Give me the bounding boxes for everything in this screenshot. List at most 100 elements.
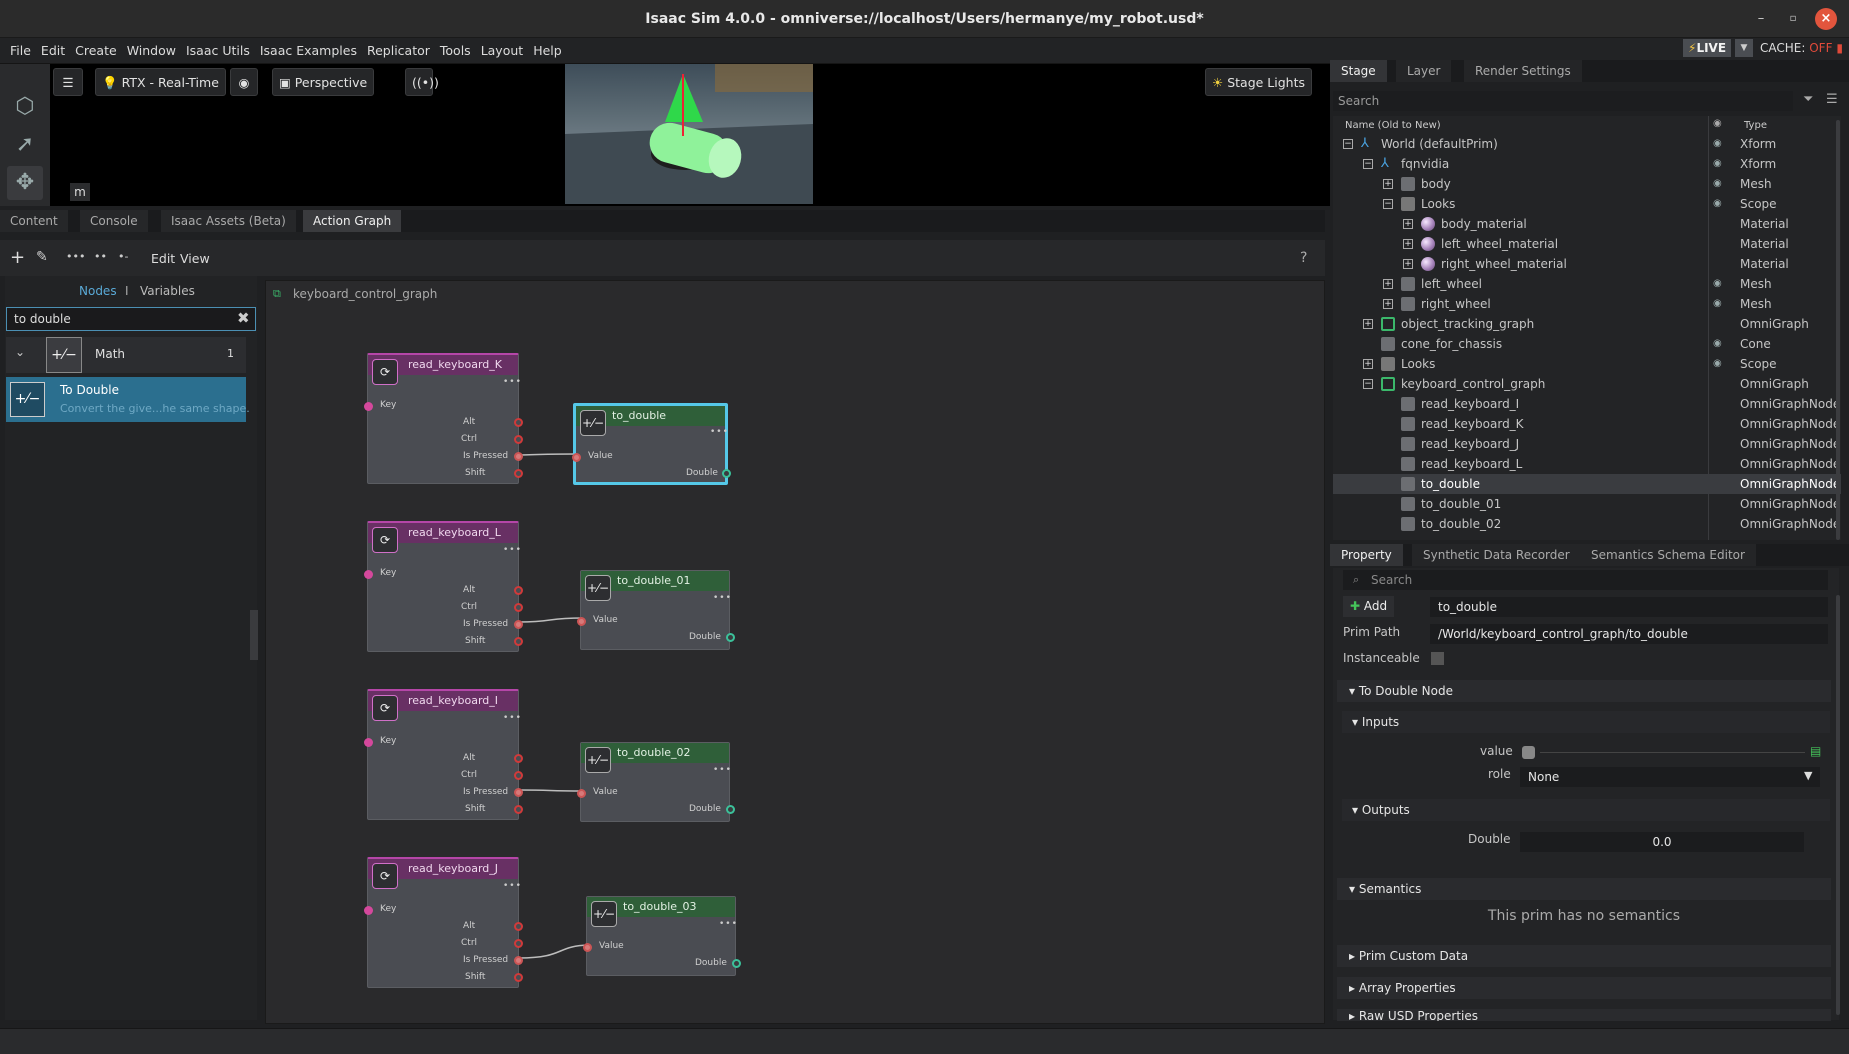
stage-row[interactable]: − Looks ◉ Scope — [1333, 194, 1841, 214]
read-keyboard-node[interactable]: read_keyboard_K ⟳ ••• Key Alt Ctrl Is Pr… — [364, 353, 523, 484]
expand-icon[interactable]: + — [1403, 259, 1413, 269]
panel-splitter[interactable] — [250, 610, 258, 660]
ctrl-pin[interactable] — [514, 603, 523, 612]
menu-create[interactable]: Create — [70, 38, 122, 64]
eye-icon[interactable]: ◉ — [230, 68, 258, 96]
stage-row[interactable]: read_keyboard_I OmniGraphNode — [1333, 394, 1841, 414]
chevron-down-icon[interactable]: ⌄ — [15, 345, 25, 359]
prim-name-field[interactable]: to_double — [1430, 597, 1828, 617]
collapse-icon[interactable]: − — [1343, 139, 1353, 149]
graph-edit-menu[interactable]: Edit — [151, 251, 175, 266]
node-menu-icon[interactable]: ••• — [719, 919, 738, 929]
outputs-section[interactable]: ▾ Outputs — [1342, 799, 1830, 821]
ctrl-pin[interactable] — [514, 939, 523, 948]
graph-layout-icon[interactable]: •• — [94, 250, 107, 263]
collapse-icon[interactable]: − — [1363, 159, 1373, 169]
value-slider-track[interactable] — [1540, 752, 1805, 753]
graph-connect-icon[interactable]: •- — [118, 250, 128, 263]
ctrl-pin[interactable] — [514, 435, 523, 444]
instanceable-checkbox[interactable] — [1431, 652, 1444, 665]
shift-pin[interactable] — [514, 637, 523, 646]
to-double-node[interactable]: to_double_03 +⁄− ••• Value Double — [583, 896, 741, 976]
to-double-node-section[interactable]: ▾ To Double Node — [1337, 680, 1831, 702]
visibility-eye-icon[interactable]: ◉ — [1713, 134, 1722, 154]
value-pin[interactable] — [577, 617, 586, 626]
stage-row[interactable]: − keyboard_control_graph OmniGraph — [1333, 374, 1841, 394]
node-menu-icon[interactable]: ••• — [713, 765, 732, 775]
shift-pin[interactable] — [514, 805, 523, 814]
menu-edit[interactable]: Edit — [36, 38, 70, 64]
settings-icon[interactable]: ☰ — [53, 68, 83, 96]
stage-row[interactable]: − ⅄ World (defaultPrim) ◉ Xform — [1333, 134, 1841, 154]
visibility-eye-icon[interactable]: ◉ — [1713, 194, 1722, 214]
graph-view-menu[interactable]: View — [180, 251, 210, 266]
move-icon[interactable]: ✥ — [7, 166, 43, 200]
stage-row[interactable]: + body ◉ Mesh — [1333, 174, 1841, 194]
tab-render-settings[interactable]: Render Settings — [1464, 60, 1582, 82]
stage-row[interactable]: + right_wheel ◉ Mesh — [1333, 294, 1841, 314]
renderer-button[interactable]: 💡 RTX - Real-Time — [95, 68, 226, 96]
tab-isaac-assets[interactable]: Isaac Assets (Beta) — [161, 210, 296, 232]
stage-scrollbar[interactable] — [1836, 120, 1840, 540]
stage-lights-button[interactable]: ☀ Stage Lights — [1205, 68, 1313, 96]
cube-select-icon[interactable]: ⬡ — [7, 90, 43, 124]
tab-synthetic-data-recorder[interactable]: Synthetic Data Recorder — [1412, 544, 1581, 566]
expand-icon[interactable]: + — [1383, 179, 1393, 189]
node-menu-icon[interactable]: ••• — [503, 713, 522, 723]
nodes-tab[interactable]: Nodes — [79, 284, 117, 298]
stage-row[interactable]: read_keyboard_K OmniGraphNode — [1333, 414, 1841, 434]
role-dropdown[interactable]: None — [1520, 767, 1820, 787]
maximize-icon[interactable]: ▫ — [1782, 8, 1804, 30]
tab-stage[interactable]: Stage — [1330, 60, 1387, 82]
alt-pin[interactable] — [514, 418, 523, 427]
stage-row[interactable]: to_double_02 OmniGraphNode — [1333, 514, 1841, 534]
alt-pin[interactable] — [514, 922, 523, 931]
value-pin[interactable] — [572, 453, 581, 462]
dropdown-arrow-icon[interactable]: ▼ — [1804, 769, 1812, 782]
stage-search-input[interactable]: Search — [1333, 91, 1793, 111]
pencil-icon[interactable]: ✎ — [36, 249, 48, 265]
alt-pin[interactable] — [514, 754, 523, 763]
expand-icon[interactable]: + — [1383, 299, 1393, 309]
pointer-icon[interactable]: ➚ — [7, 128, 43, 162]
double-pin[interactable] — [726, 805, 735, 814]
expand-icon[interactable]: + — [1363, 319, 1373, 329]
key-pin[interactable] — [364, 402, 373, 411]
double-pin[interactable] — [732, 959, 741, 968]
tab-semantics-schema-editor[interactable]: Semantics Schema Editor — [1580, 544, 1756, 566]
stage-row[interactable]: + left_wheel ◉ Mesh — [1333, 274, 1841, 294]
clear-search-icon[interactable]: ✖ — [237, 309, 250, 327]
to-double-node-selected[interactable]: to_double +⁄− ••• Value Double — [572, 403, 731, 485]
menu-tools[interactable]: Tools — [435, 38, 476, 64]
tab-property[interactable]: Property — [1330, 544, 1403, 566]
key-pin[interactable] — [364, 906, 373, 915]
menu-isaac-utils[interactable]: Isaac Utils — [181, 38, 255, 64]
menu-window[interactable]: Window — [122, 38, 181, 64]
tab-action-graph[interactable]: Action Graph — [303, 210, 402, 232]
visibility-eye-icon[interactable]: ◉ — [1713, 334, 1722, 354]
shift-pin[interactable] — [514, 973, 523, 982]
live-dropdown[interactable]: ▼ — [1735, 39, 1753, 57]
visibility-eye-icon[interactable]: ◉ — [1713, 174, 1722, 194]
expand-icon[interactable]: + — [1403, 219, 1413, 229]
key-pin[interactable] — [364, 570, 373, 579]
visibility-eye-icon[interactable]: ◉ — [1713, 274, 1722, 294]
semantics-section[interactable]: ▾ Semantics — [1337, 878, 1831, 900]
read-keyboard-node[interactable]: read_keyboard_L ⟳ ••• Key Alt Ctrl Is Pr… — [364, 521, 523, 652]
stage-row[interactable]: + body_material Material — [1333, 214, 1841, 234]
expand-icon[interactable]: + — [1403, 239, 1413, 249]
double-output-field[interactable]: 0.0 — [1520, 832, 1804, 852]
menu-layout[interactable]: Layout — [476, 38, 529, 64]
stage-row[interactable]: read_keyboard_L OmniGraphNode — [1333, 454, 1841, 474]
stage-row[interactable]: + Looks ◉ Scope — [1333, 354, 1841, 374]
stage-row[interactable]: cone_for_chassis ◉ Cone — [1333, 334, 1841, 354]
shift-pin[interactable] — [514, 469, 523, 478]
value-pin[interactable] — [577, 789, 586, 798]
alt-pin[interactable] — [514, 586, 523, 595]
tab-layer[interactable]: Layer — [1396, 60, 1452, 82]
double-pin[interactable] — [726, 633, 735, 642]
array-properties-section[interactable]: ▸ Array Properties — [1337, 977, 1831, 999]
add-icon[interactable]: + — [10, 247, 25, 268]
raw-usd-properties-section[interactable]: ▸ Raw USD Properties — [1337, 1009, 1831, 1021]
add-property-button[interactable]: ✚ Add — [1343, 596, 1395, 617]
